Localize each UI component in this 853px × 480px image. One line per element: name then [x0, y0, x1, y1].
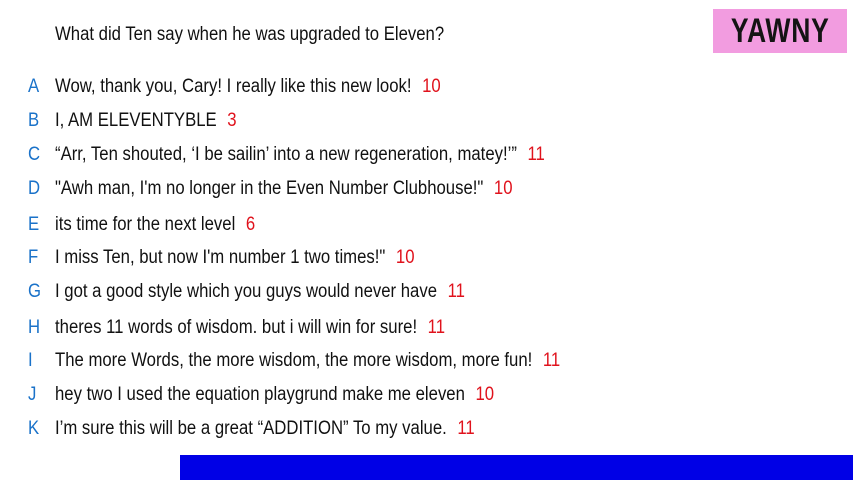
answer-letter: J	[28, 384, 37, 405]
answer-text: Wow, thank you, Cary! I really like this…	[55, 76, 412, 97]
answer-line: hey two I used the equation playgrund ma…	[55, 382, 494, 408]
answer-line: I miss Ten, but now I'm number 1 two tim…	[55, 245, 415, 271]
word-count: 11	[527, 144, 545, 165]
answer-letter: I	[28, 350, 33, 371]
answer-text: I miss Ten, but now I'm number 1 two tim…	[55, 247, 386, 268]
answer-row: H theres 11 words of wisdom. but i will …	[0, 315, 853, 341]
answer-letter: K	[28, 418, 40, 439]
word-count: 11	[457, 418, 475, 439]
word-count: 10	[395, 247, 415, 268]
word-count: 11	[447, 281, 465, 302]
answer-line: The more Words, the more wisdom, the mor…	[55, 348, 560, 374]
answer-text: The more Words, the more wisdom, the mor…	[55, 350, 533, 371]
answer-row: B I, AM ELEVENTYBLE 3	[0, 108, 853, 134]
answer-row: E its time for the next level 6	[0, 212, 853, 238]
answer-line: “Arr, Ten shouted, ‘I be sailin’ into a …	[55, 142, 545, 168]
answer-line: I, AM ELEVENTYBLE 3	[55, 108, 237, 134]
word-count: 11	[427, 317, 446, 338]
bottom-bar	[180, 455, 853, 480]
answer-row: D "Awh man, I'm no longer in the Even Nu…	[0, 176, 853, 202]
answer-text: I’m sure this will be a great “ADDITION”…	[55, 418, 447, 439]
answer-text: its time for the next level	[55, 214, 236, 235]
answer-text: theres 11 words of wisdom. but i will wi…	[55, 317, 418, 338]
answer-row: K I’m sure this will be a great “ADDITIO…	[0, 416, 853, 442]
answer-row: J hey two I used the equation playgrund …	[0, 382, 853, 408]
answer-text: I got a good style which you guys would …	[55, 281, 438, 302]
answer-row: A Wow, thank you, Cary! I really like th…	[0, 74, 853, 100]
answer-letter: E	[28, 214, 40, 235]
answer-line: Wow, thank you, Cary! I really like this…	[55, 74, 441, 100]
answer-row: I The more Words, the more wisdom, the m…	[0, 348, 853, 374]
answer-letter: F	[28, 247, 39, 268]
answer-letter: H	[28, 317, 41, 338]
answer-letter: G	[28, 281, 42, 302]
answer-row: F I miss Ten, but now I'm number 1 two t…	[0, 245, 853, 271]
answer-letter: B	[28, 110, 40, 131]
answer-letter: D	[28, 178, 41, 199]
word-count: 6	[245, 214, 256, 235]
answer-text: hey two I used the equation playgrund ma…	[55, 384, 465, 405]
answer-letter: C	[28, 144, 41, 165]
answer-line: I got a good style which you guys would …	[55, 279, 465, 305]
answer-row: G I got a good style which you guys woul…	[0, 279, 853, 305]
word-count: 10	[422, 76, 441, 97]
answer-line: theres 11 words of wisdom. but i will wi…	[55, 315, 445, 341]
answer-row: C “Arr, Ten shouted, ‘I be sailin’ into …	[0, 142, 853, 168]
answer-letter: A	[28, 76, 40, 97]
word-count: 10	[475, 384, 495, 405]
answer-text: I, AM ELEVENTYBLE	[55, 110, 217, 131]
answer-text: "Awh man, I'm no longer in the Even Numb…	[55, 178, 484, 199]
answer-text: “Arr, Ten shouted, ‘I be sailin’ into a …	[55, 144, 517, 165]
word-count: 3	[227, 110, 237, 131]
word-count: 11	[542, 350, 561, 371]
answer-line: its time for the next level 6	[55, 212, 255, 238]
answer-list: A Wow, thank you, Cary! I really like th…	[0, 0, 853, 450]
word-count: 10	[493, 178, 513, 199]
answer-line: "Awh man, I'm no longer in the Even Numb…	[55, 176, 513, 202]
answer-line: I’m sure this will be a great “ADDITION”…	[55, 416, 475, 442]
